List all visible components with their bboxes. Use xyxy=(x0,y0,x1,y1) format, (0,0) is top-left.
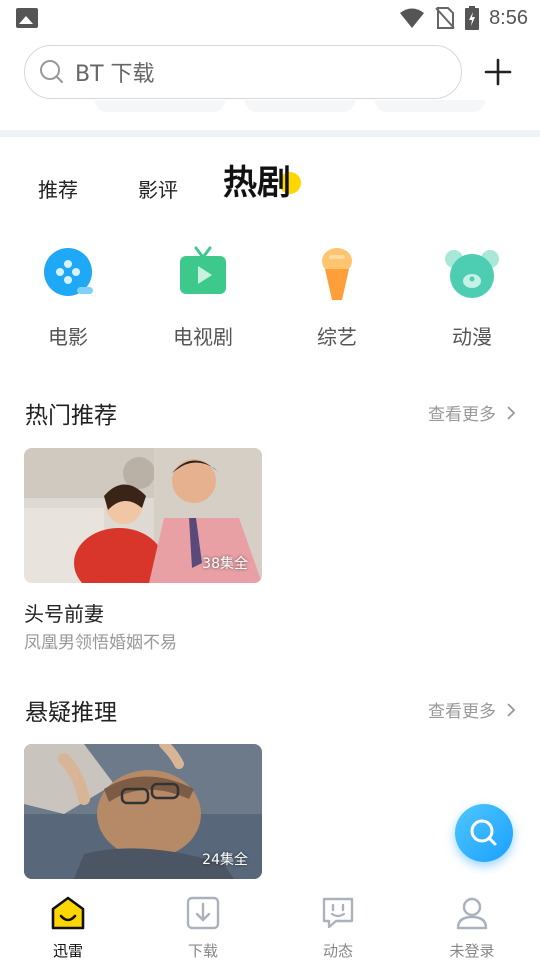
see-more-hot[interactable]: 查看更多 xyxy=(428,400,516,425)
nav-label: 下载 xyxy=(187,942,218,960)
tv-play-icon xyxy=(174,245,232,303)
status-bar: 8:56 xyxy=(0,0,540,36)
search-bar[interactable]: BT 下载 xyxy=(24,45,462,99)
nav-label: 未登录 xyxy=(449,942,495,960)
chevron-right-icon xyxy=(507,405,516,420)
hidden-tab-strip xyxy=(0,100,540,114)
ghost-tab xyxy=(375,100,485,112)
see-more-label: 查看更多 xyxy=(428,702,496,722)
microphone-icon xyxy=(308,245,366,303)
category-label: 电视剧 xyxy=(173,325,233,349)
category-label: 动漫 xyxy=(452,325,492,349)
drama-title[interactable]: 头号前妻 xyxy=(24,598,104,627)
category-label: 综艺 xyxy=(317,325,357,349)
film-icon xyxy=(39,245,97,303)
nav-label: 动态 xyxy=(322,942,353,960)
drama-poster[interactable]: 38集全 xyxy=(24,448,262,583)
nav-item-activity[interactable]: 动态 xyxy=(288,894,388,960)
divider xyxy=(0,130,540,137)
nav-item-download[interactable]: 下载 xyxy=(153,894,253,960)
ghost-tab xyxy=(95,100,225,112)
tab-reviews[interactable]: 影评 xyxy=(138,174,178,203)
tab-hot-drama[interactable]: 热剧 xyxy=(223,155,291,204)
user-icon xyxy=(456,897,488,930)
chat-icon xyxy=(322,897,354,929)
nav-item-xunlei[interactable]: 迅雷 xyxy=(18,894,118,960)
thunder-home-icon xyxy=(51,896,85,930)
drama-subtitle: 凤凰男领悟婚姻不易 xyxy=(24,633,177,653)
wifi-icon xyxy=(400,8,425,28)
category-label: 电影 xyxy=(48,325,88,349)
tab-recommend[interactable]: 推荐 xyxy=(38,174,78,203)
nav-item-login[interactable]: 未登录 xyxy=(422,894,522,960)
ghost-tab xyxy=(245,100,355,112)
search-icon xyxy=(40,60,63,83)
nav-label: 迅雷 xyxy=(52,942,83,960)
see-more-label: 查看更多 xyxy=(428,405,496,425)
cartoon-bear-icon xyxy=(443,245,501,303)
download-icon xyxy=(186,896,220,930)
category-tv[interactable]: 电视剧 xyxy=(148,245,258,350)
section-title-mystery: 悬疑推理 xyxy=(25,700,117,726)
search-icon xyxy=(470,819,497,846)
drama-poster[interactable]: 24集全 xyxy=(24,744,262,879)
plus-icon[interactable] xyxy=(480,54,516,90)
status-time: 8:56 xyxy=(489,6,528,29)
section-title-hot: 热门推荐 xyxy=(25,403,117,429)
floating-search-button[interactable] xyxy=(455,804,513,862)
category-variety[interactable]: 综艺 xyxy=(282,245,392,350)
see-more-mystery[interactable]: 查看更多 xyxy=(428,697,516,722)
search-placeholder: BT 下载 xyxy=(75,62,155,87)
image-icon xyxy=(16,8,38,28)
category-movie[interactable]: 电影 xyxy=(13,245,123,350)
episode-badge: 38集全 xyxy=(202,556,248,572)
status-icons: 8:56 xyxy=(399,6,528,30)
episode-badge: 24集全 xyxy=(202,852,248,868)
battery-charging-icon xyxy=(465,6,480,30)
chevron-right-icon xyxy=(507,702,516,717)
no-sim-icon xyxy=(435,7,455,29)
category-anime[interactable]: 动漫 xyxy=(417,245,527,350)
bottom-nav: 迅雷 下载 动态 未登录 xyxy=(0,880,540,960)
